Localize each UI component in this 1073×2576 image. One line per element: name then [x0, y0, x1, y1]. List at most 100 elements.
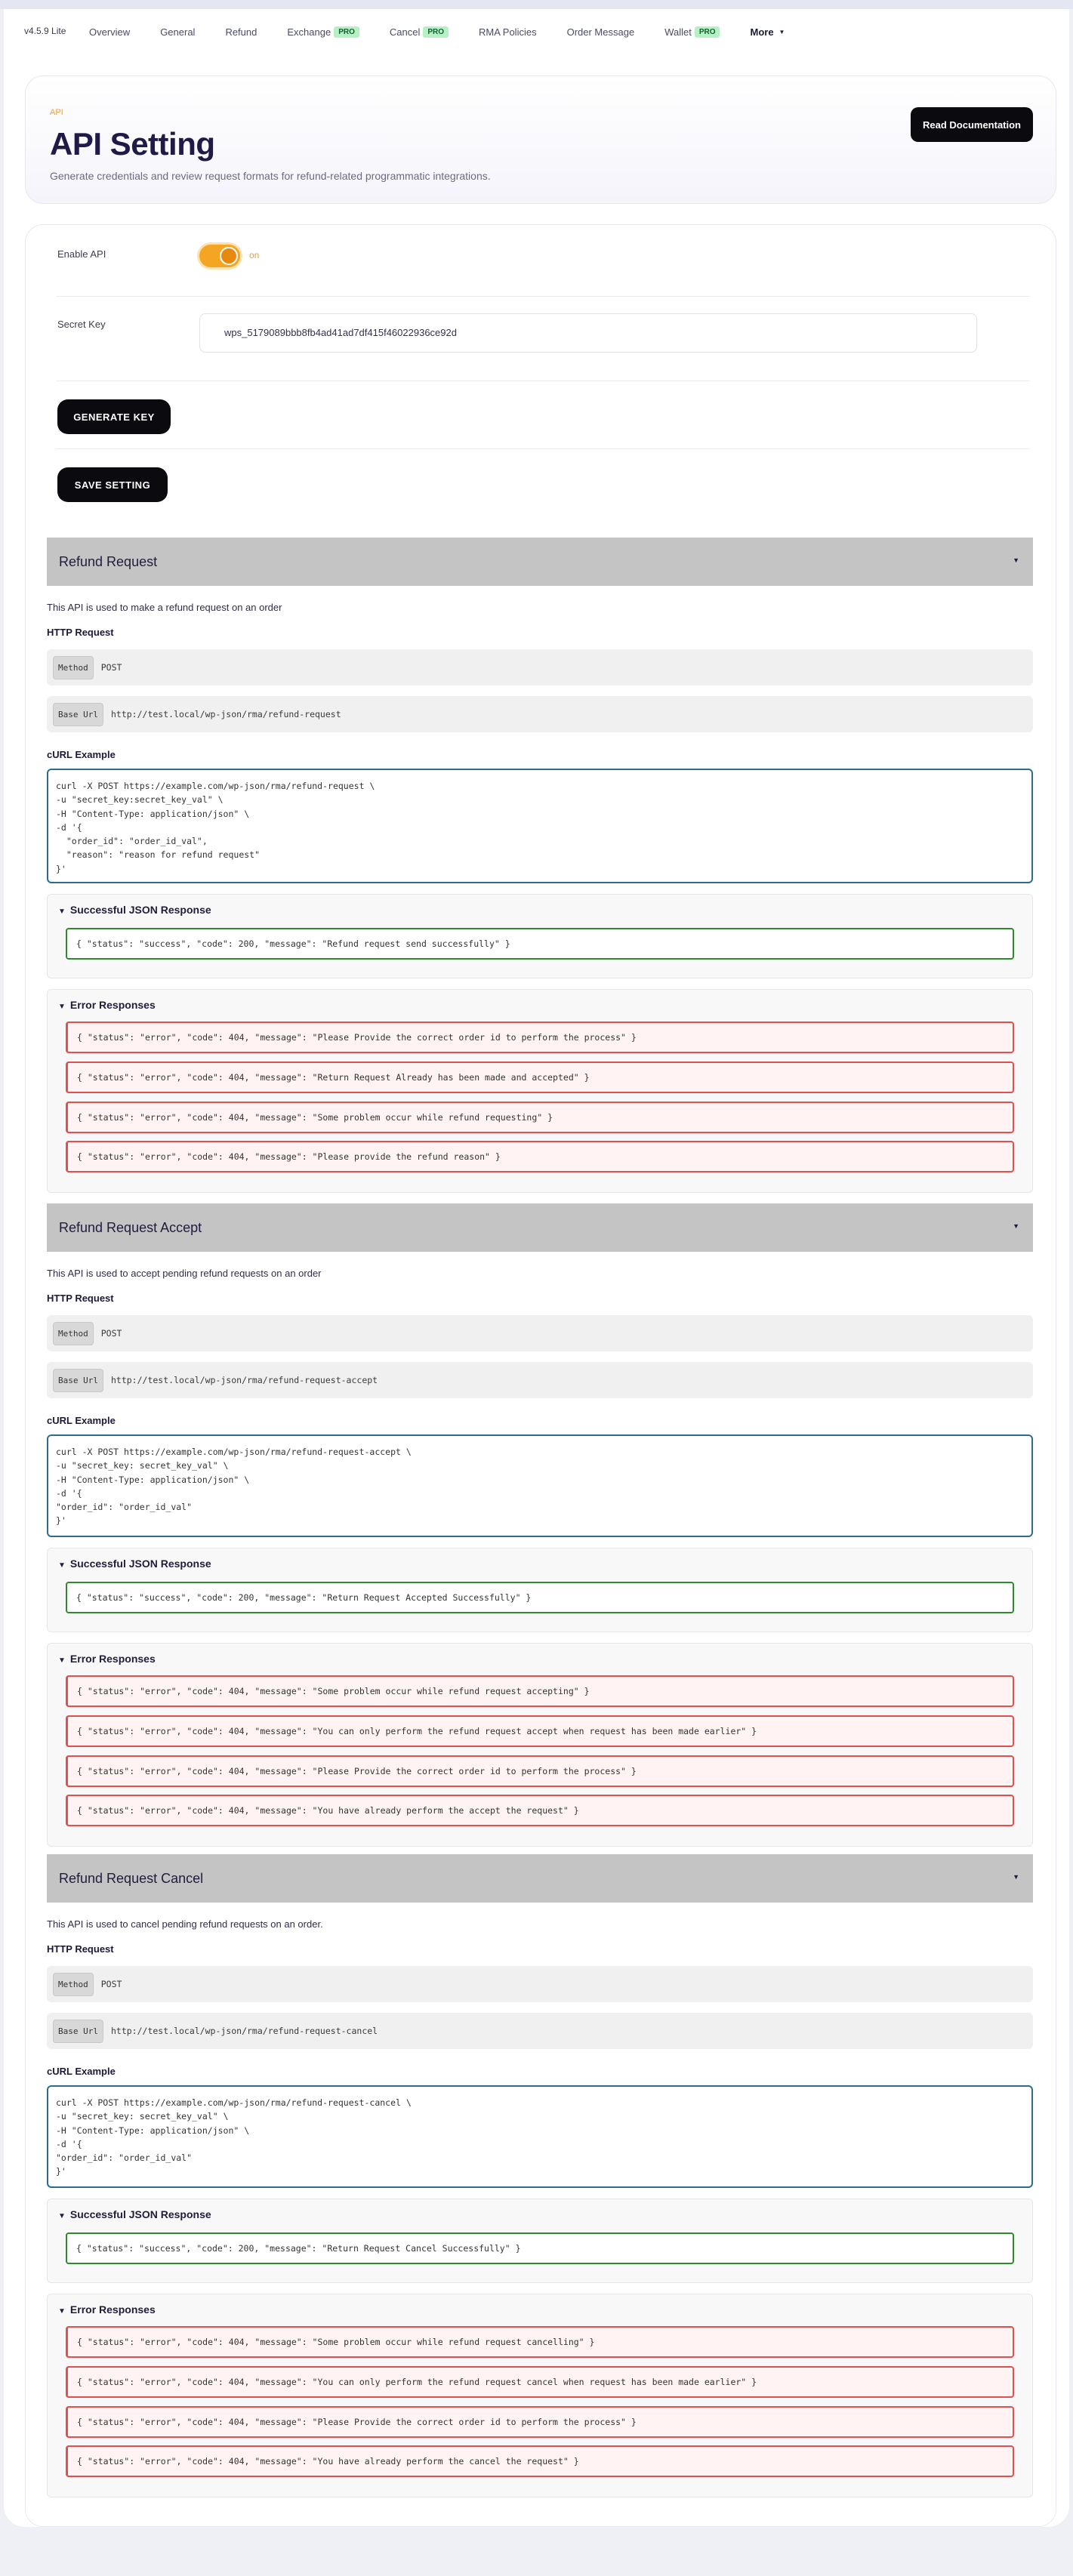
error-response: { "status": "error", "code": 404, "messa… [66, 2406, 1014, 2438]
nav-item-wallet[interactable]: Wallet PRO [664, 26, 720, 38]
nav-item-refund[interactable]: Refund [225, 26, 257, 38]
error-response: { "status": "error", "code": 404, "messa… [66, 1795, 1014, 1826]
nav-item-label: Refund [225, 26, 257, 38]
section-description: This API is used to cancel pending refun… [47, 1918, 323, 1930]
success-response-panel: ▼ Successful JSON Response { "status": "s… [47, 2199, 1033, 2283]
error-responses-panel: ▼ Error Responses { "status": "error", "c… [47, 989, 1033, 1193]
base-url-field: Base Url http://test.local/wp-json/rma/re… [47, 696, 1033, 732]
nav-item-general[interactable]: General [160, 26, 195, 38]
method-field: Method POST [47, 649, 1033, 686]
api-section-refund-request-accept: Refund Request Accept ▼ This API is used … [47, 1203, 1033, 1853]
api-section-refund-request: Refund Request ▼ This API is used to make… [47, 538, 1033, 1194]
method-value: POST [100, 662, 122, 673]
toggle-knob [220, 247, 238, 265]
chevron-down-icon: ▼ [779, 28, 785, 35]
curl-example-heading: cURL Example [47, 2066, 116, 2077]
nav-item-label: Overview [89, 26, 131, 38]
admin-page: v4.5.9 Lite Overview General Refund Exch… [4, 9, 1069, 2527]
success-response-toggle[interactable]: ▼ Successful JSON Response [58, 904, 211, 916]
chevron-down-icon: ▼ [1013, 556, 1019, 564]
method-tag: Method [53, 1972, 94, 1996]
nav-item-rma-policies[interactable]: RMA Policies [479, 26, 537, 38]
error-responses-panel: ▼ Error Responses { "status": "error", "c… [47, 2294, 1033, 2497]
nav-item-order-message[interactable]: Order Message [567, 26, 635, 38]
disclosure-triangle-icon: ▼ [58, 1656, 66, 1665]
success-response-title: Successful JSON Response [69, 904, 211, 916]
http-request-heading: HTTP Request [47, 1293, 114, 1304]
api-section-refund-request-cancel: Refund Request Cancel ▼ This API is used … [47, 1854, 1033, 2504]
error-responses-toggle[interactable]: ▼ Error Responses [58, 2303, 156, 2316]
error-response: { "status": "error", "code": 404, "messa… [66, 1062, 1014, 1093]
nav-item-overview[interactable]: Overview [89, 26, 130, 38]
nav-item-exchange[interactable]: Exchange PRO [287, 26, 359, 38]
top-nav: v4.5.9 Lite Overview General Refund Exch… [4, 9, 1069, 54]
curl-code-block: curl -X POST https://example.com/wp-json… [47, 769, 1033, 883]
nav-items: Overview General Refund Exchange PRO Canc… [89, 9, 815, 54]
success-response-panel: ▼ Successful JSON Response { "status": "s… [47, 894, 1033, 978]
base-url-tag: Base Url [53, 702, 103, 726]
page-eyebrow: API [50, 108, 63, 117]
nav-item-cancel[interactable]: Cancel PRO [390, 26, 449, 38]
settings-card: Enable API on Secret Key wps_5179089bbb8… [25, 224, 1056, 2527]
save-setting-button[interactable]: SAVE SETTING [57, 467, 168, 502]
page-title: API Setting [50, 126, 215, 162]
section-header[interactable]: Refund Request ▼ [47, 538, 1033, 586]
nav-item-label: RMA Policies [479, 26, 537, 38]
section-title: Refund Request Cancel [59, 1870, 204, 1886]
enable-api-toggle[interactable] [199, 245, 240, 267]
curl-example-heading: cURL Example [47, 749, 116, 760]
generate-key-button[interactable]: GENERATE KEY [57, 399, 171, 434]
base-url-field: Base Url http://test.local/wp-json/rma/re… [47, 2013, 1033, 2049]
curl-code-block: curl -X POST https://example.com/wp-json… [47, 2085, 1033, 2188]
secret-key-input[interactable]: wps_5179089bbb8fb4ad41ad7df415f46022936c… [199, 313, 977, 353]
chevron-down-icon: ▼ [1013, 1873, 1019, 1881]
error-response: { "status": "error", "code": 404, "messa… [66, 2326, 1014, 2358]
curl-example-heading: cURL Example [47, 1415, 116, 1426]
success-response-title: Successful JSON Response [69, 1558, 211, 1570]
error-responses-panel: ▼ Error Responses { "status": "error", "c… [47, 1643, 1033, 1847]
method-field: Method POST [47, 1315, 1033, 1351]
section-description: This API is used to accept pending refun… [47, 1268, 322, 1279]
secret-key-label: Secret Key [57, 319, 106, 330]
disclosure-triangle-icon: ▼ [58, 907, 66, 916]
section-header[interactable]: Refund Request Accept ▼ [47, 1203, 1033, 1252]
method-value: POST [100, 1979, 122, 1989]
success-response-toggle[interactable]: ▼ Successful JSON Response [58, 1558, 211, 1570]
nav-item-more[interactable]: More ▼ [750, 26, 785, 38]
curl-code-block: curl -X POST https://example.com/wp-json… [47, 1434, 1033, 1537]
nav-item-label: General [160, 26, 196, 38]
base-url-value: http://test.local/wp-json/rma/refund-req… [110, 1375, 378, 1385]
nav-item-label: Cancel [389, 26, 421, 38]
error-responses-title: Error Responses [69, 2303, 156, 2316]
method-tag: Method [53, 1321, 94, 1345]
error-responses-title: Error Responses [69, 999, 156, 1011]
chevron-down-icon: ▼ [1013, 1222, 1019, 1230]
base-url-value: http://test.local/wp-json/rma/refund-req… [110, 2026, 378, 2036]
section-header[interactable]: Refund Request Cancel ▼ [47, 1854, 1033, 1903]
generate-row [56, 381, 1030, 449]
error-response: { "status": "error", "code": 404, "messa… [66, 1755, 1014, 1787]
page-background-footer [0, 2527, 1073, 2576]
error-response: { "status": "error", "code": 404, "messa… [66, 2366, 1014, 2398]
toggle-state-label: on [249, 250, 260, 260]
disclosure-triangle-icon: ▼ [58, 2307, 66, 2316]
top-strip [0, 0, 1073, 9]
nav-item-label: Order Message [566, 26, 635, 38]
section-title: Refund Request [59, 553, 158, 569]
error-response: { "status": "error", "code": 404, "messa… [66, 1715, 1014, 1747]
error-responses-toggle[interactable]: ▼ Error Responses [58, 999, 156, 1011]
disclosure-triangle-icon: ▼ [58, 1561, 66, 1570]
error-response: { "status": "error", "code": 404, "messa… [66, 1102, 1014, 1133]
enable-api-label: Enable API [57, 248, 106, 260]
nav-item-label: Wallet [664, 26, 692, 38]
error-responses-title: Error Responses [69, 1653, 156, 1665]
success-response: { "status": "success", "code": 200, "mes… [66, 1582, 1014, 1613]
success-response-toggle[interactable]: ▼ Successful JSON Response [58, 2208, 211, 2220]
base-url-tag: Base Url [53, 1368, 103, 1392]
base-url-field: Base Url http://test.local/wp-json/rma/re… [47, 1362, 1033, 1398]
section-title: Refund Request Accept [59, 1219, 202, 1235]
method-tag: Method [53, 655, 94, 679]
error-responses-toggle[interactable]: ▼ Error Responses [58, 1653, 156, 1665]
read-documentation-button[interactable]: Read Documentation [911, 107, 1033, 142]
disclosure-triangle-icon: ▼ [58, 1003, 66, 1011]
